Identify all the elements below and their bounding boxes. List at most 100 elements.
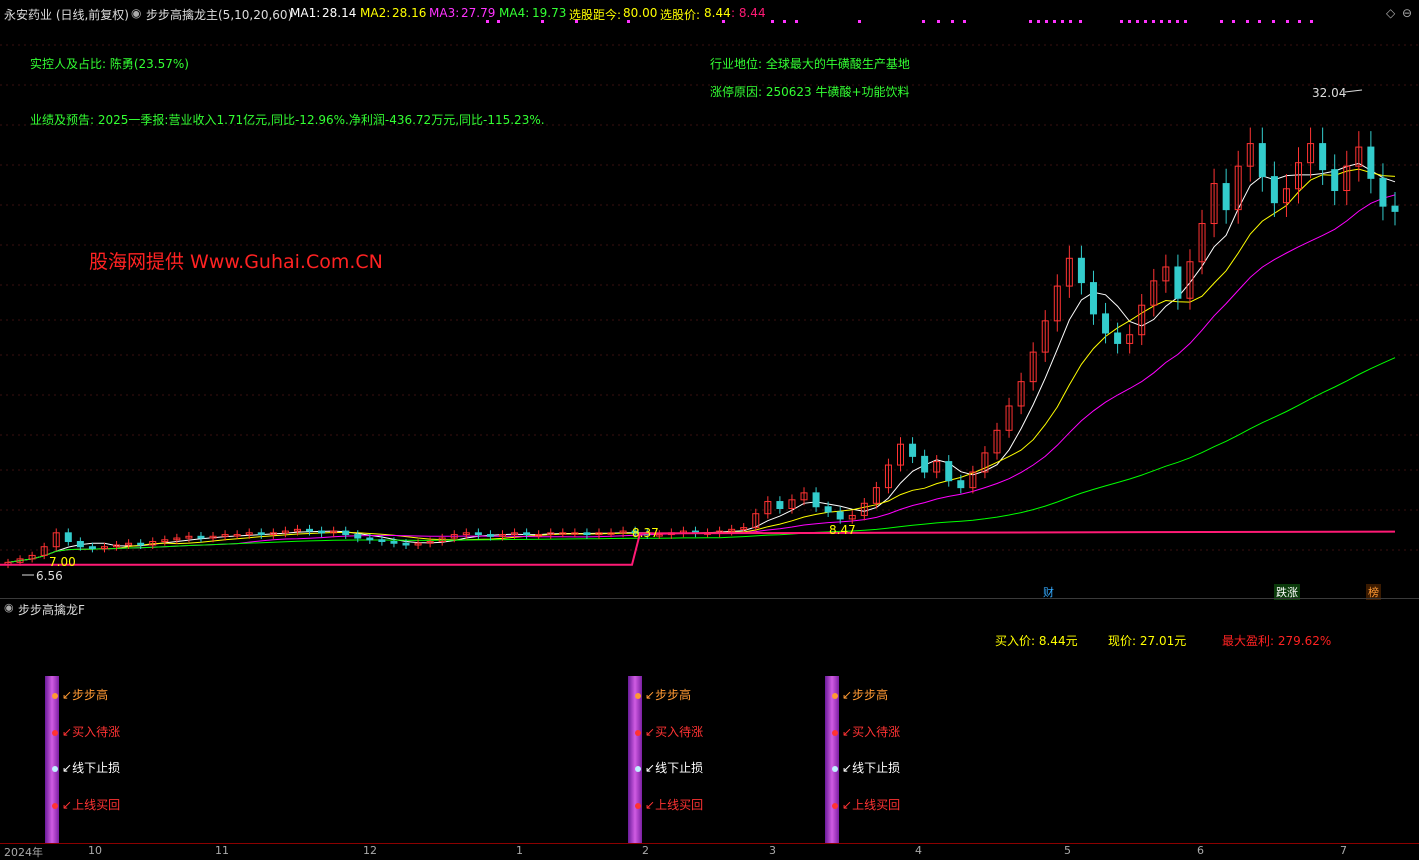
candle-body	[1391, 205, 1399, 212]
candle-body	[474, 532, 482, 536]
indicator-toggle-icon[interactable]: ◉	[131, 6, 141, 20]
candle-body	[909, 443, 917, 457]
signal-3-stop-loss: ↙线下止损	[832, 759, 900, 776]
high-price-label: 32.04	[1312, 86, 1347, 100]
candle-body	[366, 537, 374, 541]
signal-dot	[52, 729, 58, 736]
candle-body	[378, 539, 386, 543]
candle-body	[88, 546, 96, 549]
time-axis-label: 6	[1197, 844, 1204, 857]
sub-panel-title[interactable]: 步步高擒龙F	[18, 601, 85, 618]
collapse-icon[interactable]: ⊖	[1402, 6, 1412, 20]
candle-body	[306, 528, 314, 532]
ma2-label: MA2:	[360, 6, 391, 20]
signal-3-buy-back: ↙上线买回	[832, 796, 900, 813]
signal-dot	[52, 692, 58, 699]
signal-dot	[832, 802, 838, 809]
limit-reason-info: 涨停原因: 250623 牛磺酸+功能饮料	[710, 85, 910, 99]
ma2-value: 28.16	[392, 6, 427, 20]
signal-1-buy-back: ↙上线买回	[52, 796, 120, 813]
time-axis-label: 2024年	[4, 846, 43, 859]
time-axis-label: 3	[769, 844, 776, 857]
candle-body	[64, 532, 72, 543]
signal-label: 买入待涨	[655, 725, 704, 739]
signal-2-buy-back: ↙上线买回	[635, 796, 703, 813]
candle-body	[957, 480, 965, 489]
candle-body	[1174, 266, 1182, 299]
candle-body	[945, 461, 953, 482]
signal-2-bubugao: ↙步步高	[635, 686, 691, 703]
indicator-name[interactable]: 步步高擒龙主(5,10,20,60)	[146, 6, 292, 23]
sub-panel-toggle-icon[interactable]: ◉	[4, 601, 14, 614]
time-axis-label: 2	[642, 844, 649, 857]
stock-name[interactable]: 永安药业 (日线,前复权)	[4, 6, 129, 23]
candle-body	[390, 541, 398, 544]
signal-3-bubugao: ↙步步高	[832, 686, 888, 703]
candle-body	[1331, 169, 1339, 192]
signal-dot	[832, 765, 838, 772]
ma1-label: MA1:	[290, 6, 321, 20]
signal-label: 买入待涨	[72, 725, 121, 739]
settings-diamond-icon[interactable]: ◇	[1386, 6, 1395, 20]
signal-dot	[635, 729, 641, 736]
watermark-text: 股海网提供 Www.Guhai.Com.CN	[89, 251, 383, 273]
candle-body	[137, 542, 145, 546]
signal-dot	[635, 802, 641, 809]
ma-line-5	[7, 162, 1396, 563]
ma3-value: 27.79	[461, 6, 496, 20]
candle-body	[824, 506, 832, 513]
signal-3-buy-wait: ↙买入待涨	[832, 723, 900, 740]
signal-label: 线下止损	[852, 761, 901, 775]
signal-dot	[635, 765, 641, 772]
candle-body	[523, 532, 531, 536]
candle-body	[197, 535, 205, 539]
candle-body	[812, 492, 820, 508]
time-axis-label: 10	[88, 844, 102, 857]
price-value: 8.44	[704, 6, 731, 20]
level-label-3: 8.47	[829, 523, 856, 537]
signal-label: 步步高	[655, 688, 692, 702]
candle-body	[1102, 313, 1110, 334]
signal-dot	[832, 729, 838, 736]
price-value-2: : 8.44	[731, 6, 766, 20]
candle-body	[1089, 282, 1097, 315]
industry-info: 行业地位: 全球最大的牛磺酸生产基地	[710, 57, 910, 71]
signal-2-stop-loss: ↙线下止损	[635, 759, 703, 776]
performance-info: 业绩及预告: 2025一季报:营业收入1.71亿元,同比-12.96%.净利润-…	[30, 113, 545, 127]
candle-body	[1258, 143, 1266, 178]
signal-dot	[635, 692, 641, 699]
candle-body	[1379, 177, 1387, 207]
signal-label: 上线买回	[655, 798, 704, 812]
signal-dot	[832, 692, 838, 699]
time-axis-label: 11	[215, 844, 229, 857]
signal-label: 上线买回	[72, 798, 121, 812]
signal-label: 线下止损	[72, 761, 121, 775]
high-marker-arrow	[1344, 89, 1363, 93]
candle-body	[1222, 183, 1230, 211]
signal-dot	[52, 802, 58, 809]
controller-info: 实控人及占比: 陈勇(23.57%)	[30, 57, 189, 71]
panel-divider[interactable]	[0, 598, 1419, 599]
candle-body	[1367, 146, 1375, 179]
signal-1-stop-loss: ↙线下止损	[52, 759, 120, 776]
candle-body	[1270, 176, 1278, 204]
candle-body	[342, 530, 350, 536]
time-axis-label: 12	[363, 844, 377, 857]
candle-body	[402, 542, 410, 546]
signal-label: 线下止损	[655, 761, 704, 775]
candle-body	[76, 541, 84, 548]
buy-price-text: 买入价: 8.44元	[995, 634, 1078, 648]
candle-body	[1319, 143, 1327, 171]
distance-label: 选股距今:	[569, 8, 622, 22]
time-axis[interactable]	[0, 843, 1419, 856]
signal-1-bubugao: ↙步步高	[52, 686, 108, 703]
low-price-label: 6.56	[36, 569, 63, 583]
time-axis-label: 5	[1064, 844, 1071, 857]
signal-2-buy-wait: ↙买入待涨	[635, 723, 703, 740]
candle-body	[836, 511, 844, 520]
ma4-label: MA4:	[499, 6, 530, 20]
candle-body	[1114, 332, 1122, 344]
time-axis-label: 7	[1340, 844, 1347, 857]
candle-body	[776, 501, 784, 509]
signal-1-buy-wait: ↙买入待涨	[52, 723, 120, 740]
